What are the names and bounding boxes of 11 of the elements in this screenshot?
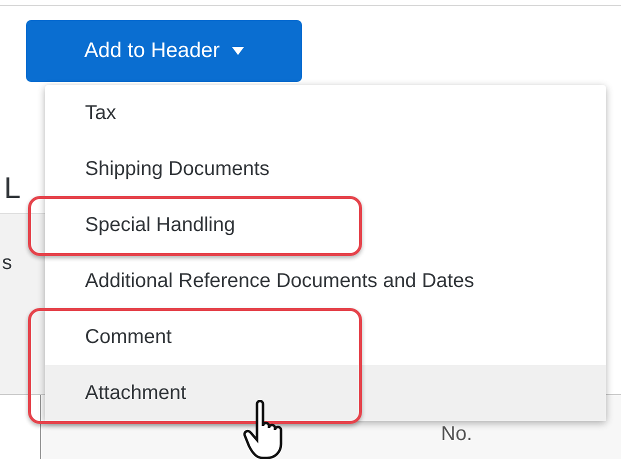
caret-icon: [232, 47, 244, 55]
column-header: No.: [441, 423, 472, 447]
menu-item[interactable]: Additional Reference Documents and Dates: [45, 253, 606, 309]
section-heading: L: [4, 171, 22, 207]
menu-item[interactable]: Special Handling: [45, 197, 606, 253]
menu-item[interactable]: Attachment: [45, 365, 606, 421]
menu-item[interactable]: Comment: [45, 309, 606, 365]
column-label: s: [2, 252, 12, 274]
menu-item[interactable]: Tax: [45, 85, 606, 141]
menu-item[interactable]: Shipping Documents: [45, 141, 606, 197]
add-to-header-button[interactable]: Add to Header: [26, 20, 302, 82]
